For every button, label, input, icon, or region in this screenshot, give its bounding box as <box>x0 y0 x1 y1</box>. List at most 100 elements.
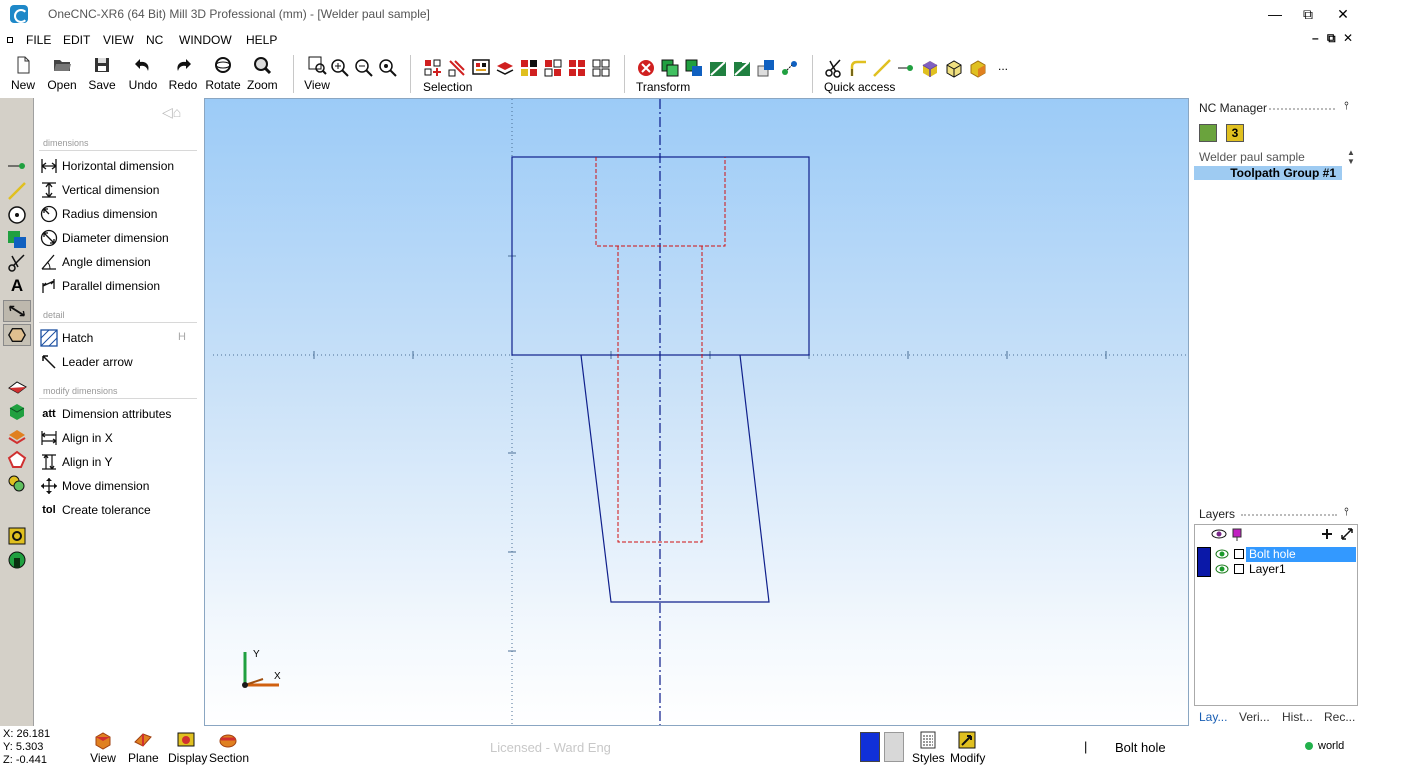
layer-color-icon[interactable] <box>1232 528 1242 542</box>
align-x-item[interactable]: Align in X <box>40 427 198 449</box>
diameter-dimension-item[interactable]: Diameter dimension <box>40 227 198 249</box>
visibility-eye-icon[interactable] <box>1215 548 1229 560</box>
delete-icon[interactable] <box>636 58 656 78</box>
array-icon[interactable] <box>780 58 800 78</box>
modify-button[interactable]: Modify <box>950 730 985 765</box>
leader-arrow-item[interactable]: Leader arrow <box>40 351 198 373</box>
tab-verify[interactable]: Veri... <box>1239 710 1270 724</box>
graphics-viewport[interactable]: Y X <box>204 98 1189 726</box>
surface-edit-tool-icon[interactable] <box>6 449 28 469</box>
layer-name[interactable]: Bolt hole <box>1246 547 1356 562</box>
create-tolerance-item[interactable]: tol Create tolerance <box>40 499 198 521</box>
mdi-restore-button[interactable]: ⧉ <box>1327 31 1336 46</box>
select-grid-a-icon[interactable] <box>519 58 539 78</box>
edit-tool-icon[interactable] <box>6 253 28 273</box>
select-layers-icon[interactable] <box>495 58 515 78</box>
home-icon[interactable]: ◁⌂ <box>162 104 192 120</box>
rotate-button[interactable]: Rotate <box>205 55 241 95</box>
app-logo-icon[interactable] <box>10 5 28 23</box>
select-chain-icon[interactable] <box>447 58 467 78</box>
pin-icon[interactable]: ⫯ <box>1344 100 1349 113</box>
layer-lock-checkbox[interactable] <box>1234 564 1244 574</box>
select-window-icon[interactable] <box>471 58 491 78</box>
line-tool-icon[interactable] <box>6 181 28 201</box>
dimension-tool-icon[interactable] <box>3 300 31 322</box>
angle-dimension-item[interactable]: Angle dimension <box>40 251 198 273</box>
view-button[interactable]: View <box>304 55 330 95</box>
layer-name[interactable]: Layer1 <box>1246 562 1289 577</box>
current-color-swatch[interactable] <box>860 732 880 762</box>
mdi-close-button[interactable]: ✕ <box>1343 31 1353 45</box>
pin-icon[interactable]: ⫯ <box>1344 506 1349 519</box>
save-button[interactable]: Save <box>88 55 116 95</box>
circle-tool-icon[interactable] <box>6 205 28 225</box>
solid-box-tool-icon[interactable] <box>6 401 28 421</box>
layer-row[interactable]: Layer1 <box>1197 562 1357 577</box>
zoom-button[interactable]: Zoom <box>247 55 278 95</box>
close-button[interactable]: ✕ <box>1331 4 1355 24</box>
tapered-body-outline[interactable] <box>580 354 770 603</box>
view-status-button[interactable]: View <box>90 730 116 765</box>
more-button[interactable]: ... <box>996 59 1010 99</box>
menu-help[interactable]: HELP <box>246 33 277 47</box>
copy-icon[interactable] <box>660 58 680 78</box>
menu-file[interactable]: FILE <box>26 33 51 47</box>
undo-button[interactable]: Undo <box>128 55 158 95</box>
expand-icon[interactable] <box>1341 528 1353 540</box>
current-style-swatch[interactable] <box>884 732 904 762</box>
toolpath-group-node[interactable]: Toolpath Group #1 <box>1194 166 1342 180</box>
analysis-tool-icon[interactable] <box>6 473 28 493</box>
select-points-icon[interactable] <box>423 58 443 78</box>
zoom-in-icon[interactable] <box>330 58 350 78</box>
select-grid-d-icon[interactable] <box>591 58 611 78</box>
tab-history[interactable]: Hist... <box>1282 710 1313 724</box>
point-icon[interactable] <box>896 58 916 78</box>
system-menu-icon[interactable] <box>7 37 13 43</box>
select-grid-b-icon[interactable] <box>543 58 563 78</box>
current-layer-status[interactable]: Bolt hole <box>1115 740 1166 755</box>
move-icon[interactable] <box>684 58 704 78</box>
shapes-tool-icon[interactable] <box>6 229 28 249</box>
solid-edit-tool-icon[interactable] <box>6 425 28 445</box>
trim-scissors-icon[interactable] <box>824 58 844 78</box>
dimension-attributes-item[interactable]: att Dimension attributes <box>40 403 198 425</box>
display-status-button[interactable]: Display <box>168 730 207 765</box>
hatch-item[interactable]: Hatch H <box>40 327 198 349</box>
menu-window[interactable]: WINDOW <box>179 33 232 47</box>
line-icon[interactable] <box>872 58 892 78</box>
drawing-canvas[interactable]: Y X <box>205 99 1189 726</box>
mdi-minimize-button[interactable]: – <box>1312 31 1319 45</box>
horizontal-dimension-item[interactable]: Horizontal dimension <box>40 155 198 177</box>
nc-toolpath-icon[interactable] <box>1199 124 1217 142</box>
point-tool-icon[interactable] <box>6 156 28 176</box>
section-status-button[interactable]: Section <box>209 730 249 765</box>
open-button[interactable]: Open <box>46 55 78 95</box>
minimize-button[interactable]: — <box>1263 4 1287 24</box>
nc-scrollbar[interactable]: ▲ ▼ <box>1344 148 1358 180</box>
shaded-box-icon[interactable] <box>968 58 988 78</box>
redo-button[interactable]: Redo <box>168 55 198 95</box>
simulation-tool-icon[interactable] <box>6 550 28 570</box>
fillet-icon[interactable] <box>848 58 868 78</box>
menu-edit[interactable]: EDIT <box>63 33 90 47</box>
move-dimension-item[interactable]: Move dimension <box>40 475 198 497</box>
radius-dimension-item[interactable]: Radius dimension <box>40 203 198 225</box>
menu-view[interactable]: VIEW <box>103 33 134 47</box>
wire-box-icon[interactable] <box>944 58 964 78</box>
nc-file-node[interactable]: Welder paul sample <box>1199 150 1305 164</box>
vertical-dimension-item[interactable]: Vertical dimension <box>40 179 198 201</box>
text-tool-icon[interactable]: A <box>6 276 28 296</box>
zoom-extents-icon[interactable] <box>378 58 398 78</box>
mirror-icon[interactable] <box>708 58 728 78</box>
surface-tool-icon[interactable] <box>3 324 31 346</box>
layer-row[interactable]: Bolt hole <box>1197 547 1357 577</box>
menu-nc[interactable]: NC <box>146 33 163 47</box>
plane-status-button[interactable]: Plane <box>128 730 159 765</box>
zoom-out-icon[interactable] <box>354 58 374 78</box>
machining-tool-icon[interactable] <box>6 526 28 546</box>
tab-layers[interactable]: Lay... <box>1199 710 1227 724</box>
new-button[interactable]: New <box>8 55 38 95</box>
visibility-eye-icon[interactable] <box>1211 528 1227 540</box>
tab-recent[interactable]: Rec... <box>1324 710 1355 724</box>
coordinate-system-status[interactable]: world <box>1318 740 1344 752</box>
